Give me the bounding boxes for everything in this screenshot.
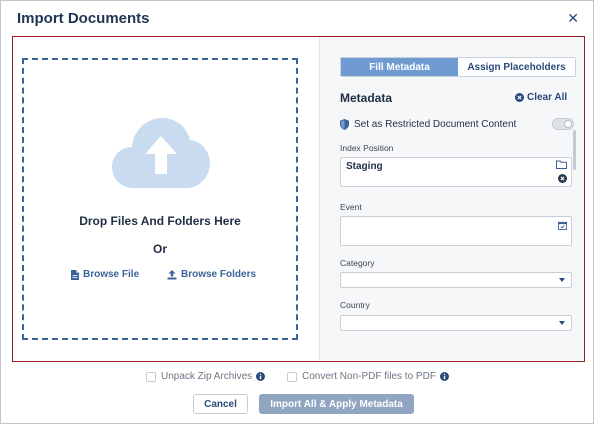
toggle-knob (564, 120, 572, 128)
convert-pdf-option[interactable]: Convert Non-PDF files to PDF (287, 371, 449, 382)
import-apply-metadata-button[interactable]: Import All & Apply Metadata (259, 394, 414, 414)
category-select[interactable] (340, 272, 572, 288)
drop-instructions: Drop Files And Folders Here (79, 214, 241, 228)
tab-fill-metadata[interactable]: Fill Metadata (341, 58, 458, 76)
restricted-content-label: Set as Restricted Document Content (354, 118, 517, 130)
browse-file-link[interactable]: Browse File (71, 269, 139, 280)
unpack-zip-label: Unpack Zip Archives (161, 371, 253, 382)
dialog-title: Import Documents (17, 10, 150, 27)
dialog-header: Import Documents ✕ (1, 1, 593, 35)
or-separator: Or (152, 242, 167, 256)
clear-circle-icon (515, 93, 524, 102)
browse-file-label: Browse File (83, 269, 140, 280)
upload-icon (167, 269, 177, 279)
browse-folders-link[interactable]: Browse Folders (167, 269, 256, 280)
country-label: Country (340, 300, 370, 310)
restricted-content-toggle[interactable] (552, 118, 574, 130)
restricted-content-row: Set as Restricted Document Content (340, 117, 576, 131)
file-drop-zone[interactable]: Drop Files And Folders Here Or Browse Fi… (22, 58, 298, 340)
chevron-down-icon (559, 321, 565, 325)
index-position-field[interactable]: Staging (340, 157, 572, 187)
event-label: Event (340, 202, 362, 212)
chevron-down-icon (559, 278, 565, 282)
country-select[interactable] (340, 315, 572, 331)
convert-pdf-checkbox[interactable] (287, 371, 297, 382)
info-icon[interactable] (256, 372, 266, 381)
cancel-button[interactable]: Cancel (193, 394, 248, 414)
index-position-label: Index Position (340, 143, 394, 153)
cloud-upload-icon (112, 118, 210, 188)
dialog-content: Drop Files And Folders Here Or Browse Fi… (12, 36, 585, 362)
event-field[interactable] (340, 216, 572, 246)
import-documents-dialog: Import Documents ✕ Drop Files And Folder… (0, 0, 594, 424)
metadata-tabs: Fill Metadata Assign Placeholders (340, 57, 576, 77)
clear-all-label: Clear All (527, 92, 568, 103)
clear-field-icon[interactable] (558, 174, 567, 183)
convert-pdf-label: Convert Non-PDF files to PDF (302, 371, 436, 382)
metadata-panel: Fill Metadata Assign Placeholders Metada… (320, 37, 584, 360)
shield-icon (340, 118, 349, 130)
calendar-icon[interactable] (558, 221, 567, 230)
unpack-zip-checkbox[interactable] (146, 371, 156, 382)
category-label: Category (340, 258, 375, 268)
file-icon (71, 269, 79, 280)
clear-all-button[interactable]: Clear All (515, 92, 567, 103)
close-icon[interactable]: ✕ (567, 10, 579, 27)
tab-assign-placeholders[interactable]: Assign Placeholders (458, 58, 575, 76)
unpack-zip-option[interactable]: Unpack Zip Archives (146, 371, 266, 382)
metadata-heading: Metadata (340, 91, 393, 105)
index-position-value: Staging (346, 161, 383, 172)
info-icon[interactable] (439, 372, 449, 381)
folder-icon[interactable] (556, 160, 567, 169)
browse-folders-label: Browse Folders (181, 269, 257, 280)
panel-scrollbar[interactable] (573, 130, 576, 170)
